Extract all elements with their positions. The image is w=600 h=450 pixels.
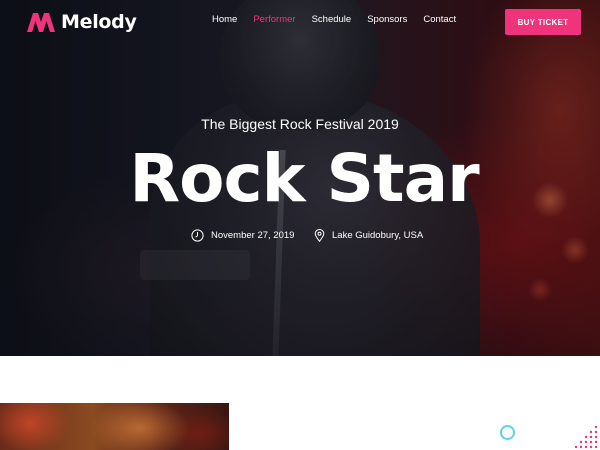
event-location-text: Lake Guidobury, USA — [332, 230, 424, 241]
nav-item-contact[interactable]: Contact — [423, 14, 456, 25]
logo-mark-icon — [27, 13, 55, 32]
brand-logo[interactable]: Melody — [26, 9, 137, 35]
event-date-text: November 27, 2019 — [211, 230, 295, 241]
clock-icon — [191, 229, 204, 242]
hero-headline: Rock Star — [129, 140, 479, 217]
decorative-dots — [574, 425, 598, 449]
event-location: Lake Guidobury, USA — [314, 229, 423, 242]
brand-name: Melody — [61, 11, 137, 33]
concert-photo — [0, 403, 229, 450]
hero-subtitle: The Biggest Rock Festival 2019 — [201, 116, 399, 132]
nav-item-performer[interactable]: Performer — [253, 14, 295, 25]
nav-item-home[interactable]: Home — [212, 14, 237, 25]
nav-item-sponsors[interactable]: Sponsors — [367, 14, 407, 25]
map-pin-icon — [314, 229, 325, 242]
event-date: November 27, 2019 — [191, 229, 294, 242]
decorative-circle — [500, 425, 515, 440]
nav-item-schedule[interactable]: Schedule — [312, 14, 352, 25]
buy-ticket-button[interactable]: BUY TICKET — [505, 9, 581, 35]
main-nav: Home Performer Schedule Sponsors Contact — [212, 14, 472, 25]
